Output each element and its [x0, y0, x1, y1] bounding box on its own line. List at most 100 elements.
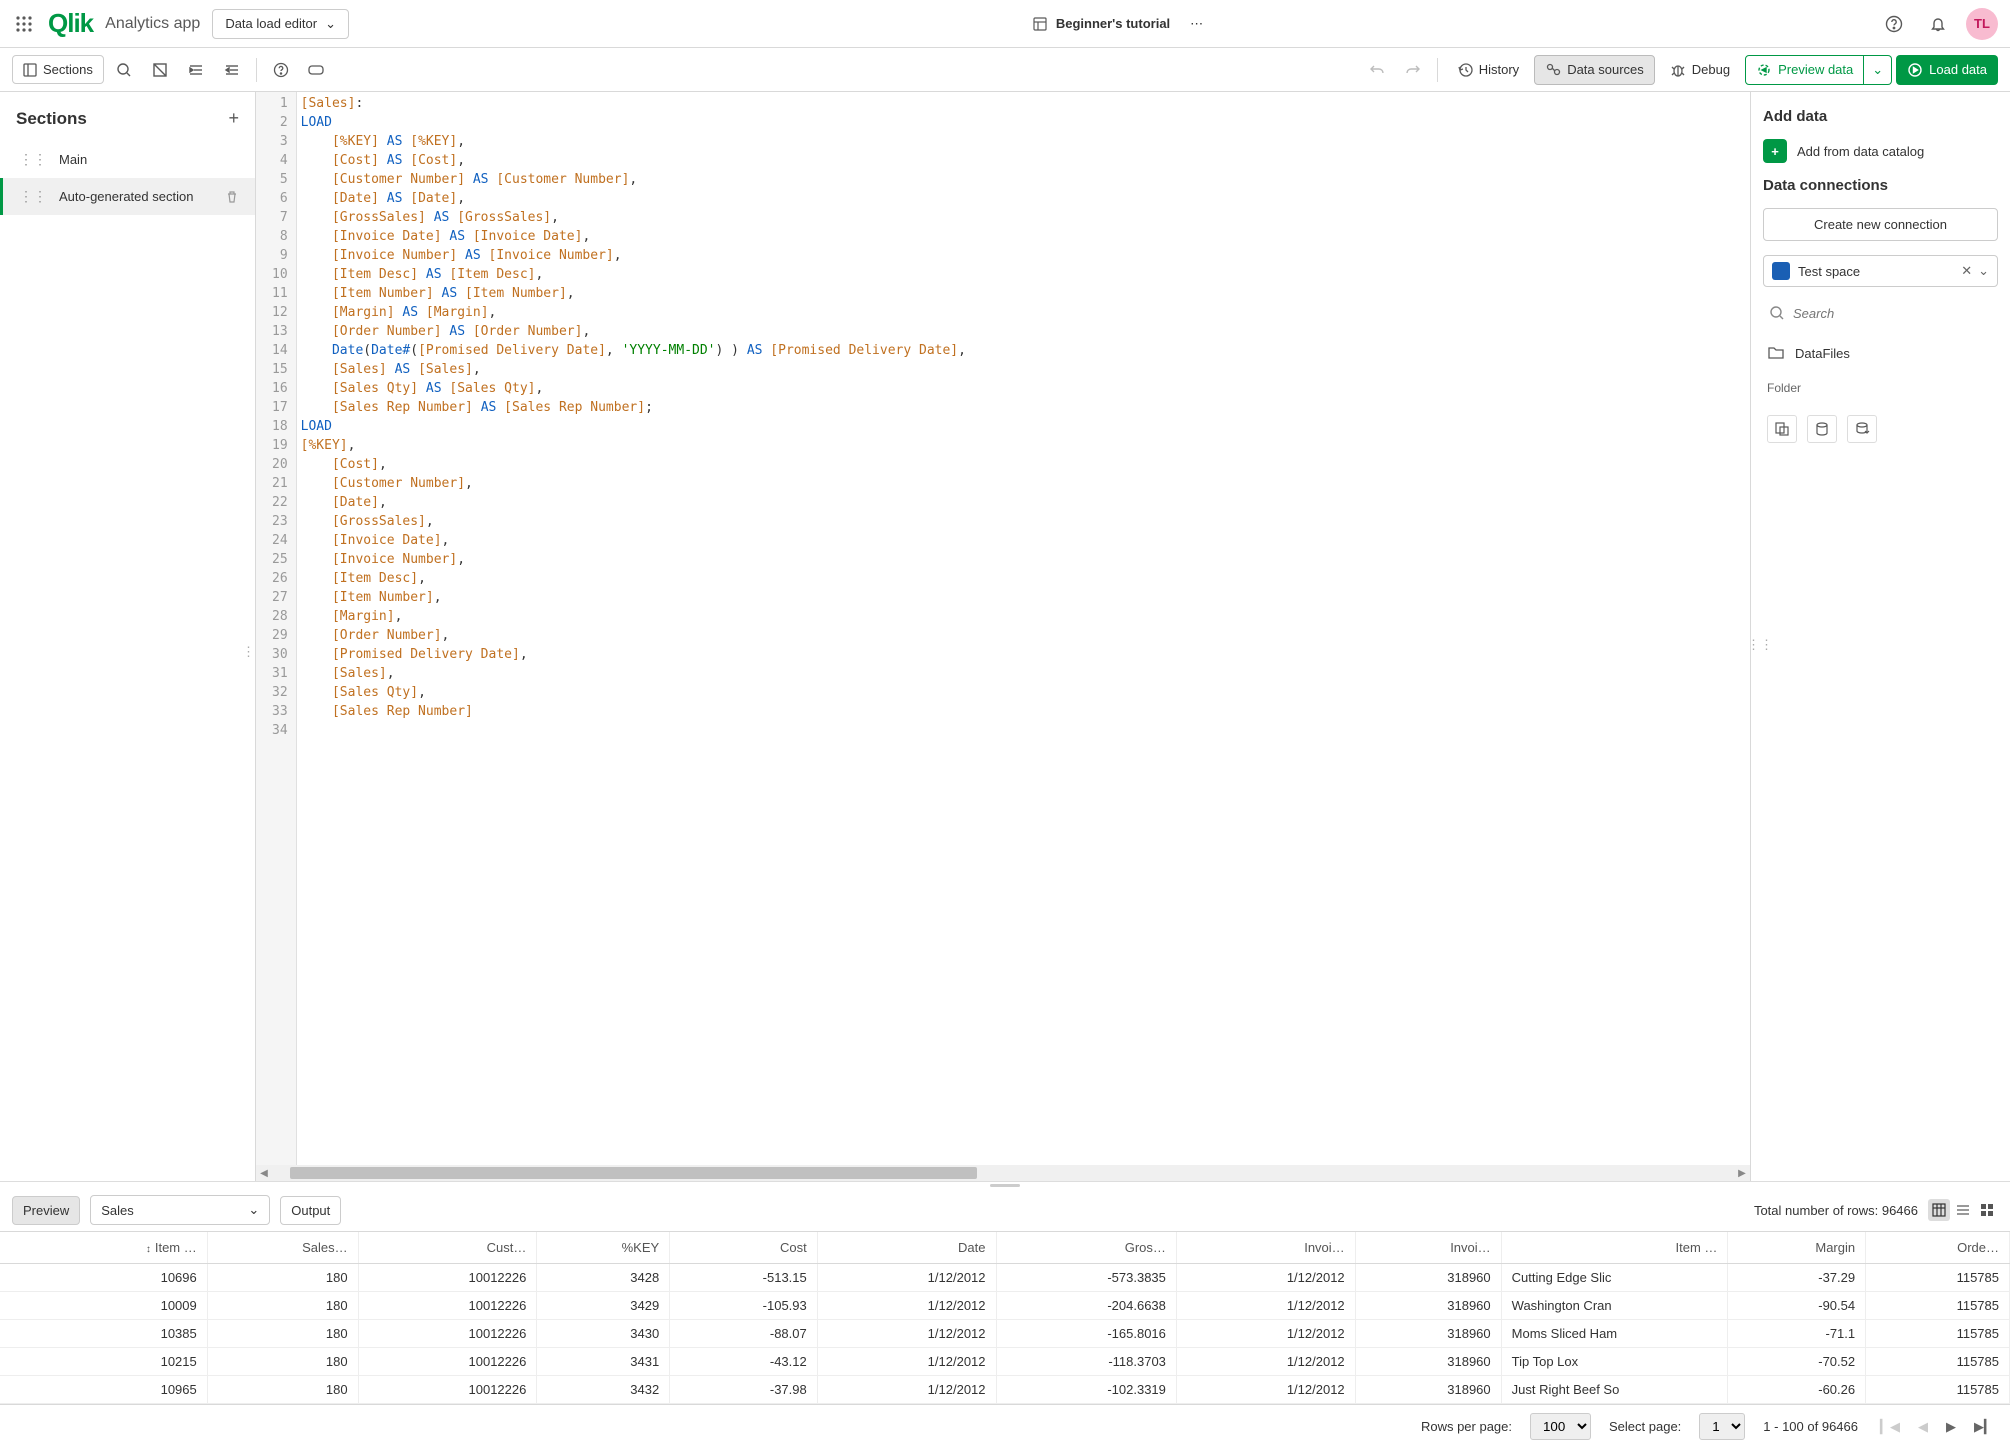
column-header[interactable]: %KEY: [537, 1232, 670, 1264]
rows-per-page-select[interactable]: 100: [1530, 1413, 1591, 1440]
right-panel: ⋮⋮ Add data + Add from data catalog Data…: [1750, 92, 2010, 1181]
clear-space-icon[interactable]: ✕: [1961, 263, 1972, 279]
next-page-icon[interactable]: ▶: [1942, 1417, 1960, 1437]
code-editor[interactable]: 1234567891011121314151617181920212223242…: [256, 92, 1750, 1165]
outdent-icon[interactable]: [216, 54, 248, 86]
preview-tab[interactable]: Preview: [12, 1196, 80, 1225]
section-item[interactable]: ⋮⋮Auto-generated section: [0, 178, 255, 215]
table-row[interactable]: 10215180100122263431-43.121/12/2012-118.…: [0, 1348, 2010, 1376]
folder-icon: [1767, 345, 1785, 361]
tutorial-name[interactable]: Beginner's tutorial: [1024, 12, 1178, 36]
preview-table[interactable]: ↕Item …Sales…Cust…%KEYCostDateGros…Invoi…: [0, 1232, 2010, 1405]
scroll-left-icon[interactable]: ◀: [256, 1168, 272, 1179]
output-tab[interactable]: Output: [280, 1196, 341, 1225]
create-connection-button[interactable]: Create new connection: [1763, 208, 1998, 241]
load-data-button[interactable]: Load data: [1896, 55, 1998, 85]
drag-handle-icon[interactable]: ⋮⋮: [19, 188, 47, 205]
table-row[interactable]: 10965180100122263432-37.981/12/2012-102.…: [0, 1376, 2010, 1404]
column-header[interactable]: Invoi…: [1176, 1232, 1355, 1264]
data-sources-button[interactable]: Data sources: [1534, 55, 1655, 85]
table-cell: -71.1: [1728, 1320, 1866, 1348]
table-cell: -88.07: [670, 1320, 818, 1348]
column-header[interactable]: Margin: [1728, 1232, 1866, 1264]
view-grid-icon[interactable]: [1976, 1199, 1998, 1221]
column-header[interactable]: Sales…: [207, 1232, 358, 1264]
table-cell: 1/12/2012: [1176, 1264, 1355, 1292]
undo-icon[interactable]: [1361, 54, 1393, 86]
delete-icon[interactable]: [225, 190, 239, 204]
prev-page-icon[interactable]: ◀: [1914, 1417, 1932, 1437]
table-cell: -118.3703: [996, 1348, 1176, 1376]
total-rows: Total number of rows: 96466: [1754, 1203, 1918, 1218]
scroll-right-icon[interactable]: ▶: [1734, 1168, 1750, 1179]
mode-select[interactable]: Data load editor ⌄: [212, 9, 349, 39]
table-cell: 10385: [0, 1320, 207, 1348]
column-header[interactable]: Item …: [1501, 1232, 1728, 1264]
column-header[interactable]: Orde…: [1866, 1232, 2010, 1264]
table-cell: -43.12: [670, 1348, 818, 1376]
first-page-icon[interactable]: ▎◀: [1876, 1417, 1904, 1437]
bell-icon[interactable]: [1922, 8, 1954, 40]
table-cell: -37.98: [670, 1376, 818, 1404]
code-content[interactable]: [Sales]:LOAD [%KEY] AS [%KEY], [Cost] AS…: [297, 92, 1750, 1165]
add-from-catalog-button[interactable]: + Add from data catalog: [1763, 139, 1998, 163]
table-cell: 10965: [0, 1376, 207, 1404]
column-header[interactable]: Gros…: [996, 1232, 1176, 1264]
avatar[interactable]: TL: [1966, 8, 1998, 40]
help-toolbar-icon[interactable]: [265, 54, 297, 86]
comment-toggle-icon[interactable]: [144, 54, 176, 86]
connection-search[interactable]: [1763, 301, 1998, 325]
indent-icon[interactable]: [180, 54, 212, 86]
drag-handle-icon[interactable]: ⋮⋮: [19, 151, 47, 168]
history-button[interactable]: History: [1446, 55, 1530, 85]
page-select[interactable]: 1: [1699, 1413, 1745, 1440]
logo[interactable]: Qlik: [48, 8, 93, 39]
preview-dropdown[interactable]: ⌄: [1864, 55, 1892, 85]
table-cell: 1/12/2012: [817, 1348, 996, 1376]
help-icon[interactable]: [1878, 8, 1910, 40]
more-icon[interactable]: ⋯: [1190, 16, 1203, 32]
bug-icon: [1670, 62, 1686, 78]
scrollbar-thumb[interactable]: [290, 1167, 977, 1179]
table-cell: 10012226: [358, 1348, 537, 1376]
table-row[interactable]: 10696180100122263428-513.151/12/2012-573…: [0, 1264, 2010, 1292]
add-section-icon[interactable]: +: [228, 108, 239, 129]
tag-icon[interactable]: [301, 54, 333, 86]
sections-button[interactable]: Sections: [12, 55, 104, 84]
section-item[interactable]: ⋮⋮Main: [0, 141, 255, 178]
separator: [256, 58, 257, 82]
last-page-icon[interactable]: ▶▎: [1970, 1417, 1998, 1437]
chevron-down-icon[interactable]: ⌄: [1978, 263, 1989, 279]
debug-button[interactable]: Debug: [1659, 55, 1741, 85]
table-cell: -105.93: [670, 1292, 818, 1320]
redo-icon[interactable]: [1397, 54, 1429, 86]
preview-table-select[interactable]: Sales ⌄: [90, 1195, 270, 1225]
column-header[interactable]: ↕Item …: [0, 1232, 207, 1264]
preview-data-button[interactable]: Preview data: [1745, 55, 1864, 85]
table-cell: 1/12/2012: [1176, 1376, 1355, 1404]
upload-data-icon[interactable]: [1847, 415, 1877, 443]
app-launcher-icon[interactable]: [12, 12, 36, 36]
select-data-icon[interactable]: [1767, 415, 1797, 443]
page-range: 1 - 100 of 96466: [1763, 1419, 1858, 1434]
table-cell: 3429: [537, 1292, 670, 1320]
insert-script-icon[interactable]: [1807, 415, 1837, 443]
view-list-icon[interactable]: [1952, 1199, 1974, 1221]
search-icon[interactable]: [108, 54, 140, 86]
view-table-icon[interactable]: [1928, 1199, 1950, 1221]
table-cell: 180: [207, 1292, 358, 1320]
column-header[interactable]: Invoi…: [1355, 1232, 1501, 1264]
right-resize-handle[interactable]: ⋮⋮: [1747, 637, 1755, 667]
table-row[interactable]: 10385180100122263430-88.071/12/2012-165.…: [0, 1320, 2010, 1348]
play-icon: [1907, 62, 1923, 78]
column-header[interactable]: Cost: [670, 1232, 818, 1264]
horizontal-splitter[interactable]: [0, 1181, 2010, 1189]
search-input[interactable]: [1793, 306, 1992, 321]
table-row[interactable]: 10009180100122263429-105.931/12/2012-204…: [0, 1292, 2010, 1320]
column-header[interactable]: Cust…: [358, 1232, 537, 1264]
column-header[interactable]: Date: [817, 1232, 996, 1264]
table-cell: 1/12/2012: [1176, 1292, 1355, 1320]
space-select[interactable]: Test space ✕ ⌄: [1763, 255, 1998, 287]
editor-horizontal-scrollbar[interactable]: ◀ ▶: [256, 1165, 1750, 1181]
datafiles-item[interactable]: DataFiles: [1763, 339, 1998, 367]
